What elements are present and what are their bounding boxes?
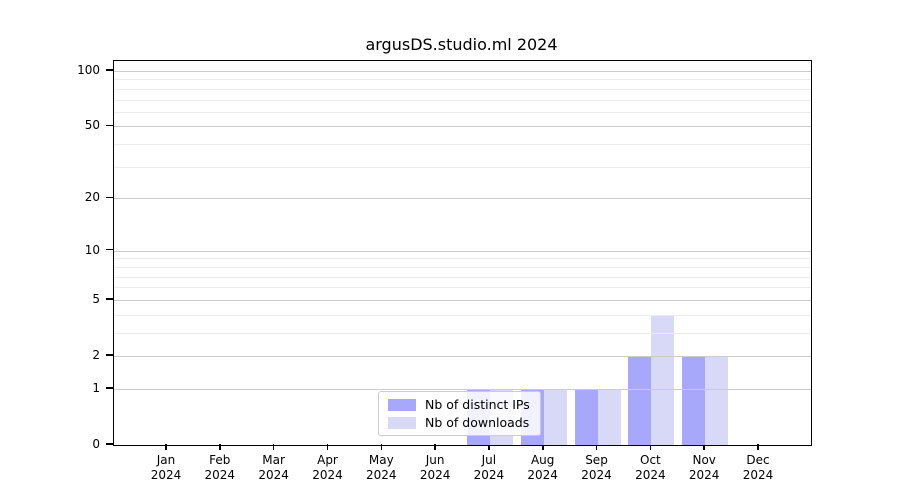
legend-item-downloads: Nb of downloads	[388, 415, 530, 430]
legend-item-distinct-ips: Nb of distinct IPs	[388, 397, 530, 412]
gridline-major-y-5	[114, 300, 811, 301]
plot-area	[113, 60, 812, 446]
gridline-minor-y-30	[114, 167, 811, 168]
y-tick-mark-20	[106, 197, 113, 199]
y-tick-label-50: 50	[40, 118, 100, 132]
legend-label-downloads: Nb of downloads	[425, 415, 529, 430]
y-tick-label-5: 5	[40, 292, 100, 306]
gridline-minor-y-4	[114, 315, 811, 316]
y-tick-label-1: 1	[40, 381, 100, 395]
y-tick-mark-1	[106, 387, 113, 389]
y-tick-label-2: 2	[40, 348, 100, 362]
gridline-minor-y-80	[114, 89, 811, 90]
x-tick-label-dec: Dec 2024	[718, 453, 798, 483]
gridline-major-y-10	[114, 251, 811, 252]
gridline-minor-y-60	[114, 112, 811, 113]
legend-swatch-downloads	[388, 417, 416, 429]
y-tick-mark-50	[106, 125, 113, 127]
y-tick-mark-0	[106, 443, 113, 445]
y-tick-mark-100	[106, 69, 113, 71]
gridline-minor-y-3	[114, 333, 811, 334]
gridline-major-y-100	[114, 71, 811, 72]
gridline-minor-y-6	[114, 287, 811, 288]
gridline-minor-y-40	[114, 144, 811, 145]
chart-figure: argusDS.studio.ml 2024 0125102050100 Jan…	[0, 0, 900, 500]
y-tick-label-0: 0	[40, 437, 100, 451]
gridline-minor-y-9	[114, 258, 811, 259]
legend-label-distinct-ips: Nb of distinct IPs	[425, 397, 530, 412]
y-tick-mark-5	[106, 298, 113, 300]
y-tick-label-10: 10	[40, 243, 100, 257]
gridline-major-y-50	[114, 126, 811, 127]
chart-title: argusDS.studio.ml 2024	[113, 35, 810, 54]
gridline-minor-y-90	[114, 79, 811, 80]
y-tick-mark-10	[106, 249, 113, 251]
y-tick-mark-2	[106, 354, 113, 356]
gridline-major-y-20	[114, 198, 811, 199]
legend-swatch-distinct-ips	[388, 399, 416, 411]
y-tick-label-20: 20	[40, 190, 100, 204]
y-tick-label-100: 100	[40, 63, 100, 77]
gridline-major-y-1	[114, 389, 811, 390]
grid-layer	[114, 61, 811, 445]
gridline-minor-y-7	[114, 277, 811, 278]
gridline-major-y-2	[114, 356, 811, 357]
gridline-minor-y-8	[114, 267, 811, 268]
legend: Nb of distinct IPs Nb of downloads	[378, 391, 541, 436]
gridline-minor-y-70	[114, 100, 811, 101]
